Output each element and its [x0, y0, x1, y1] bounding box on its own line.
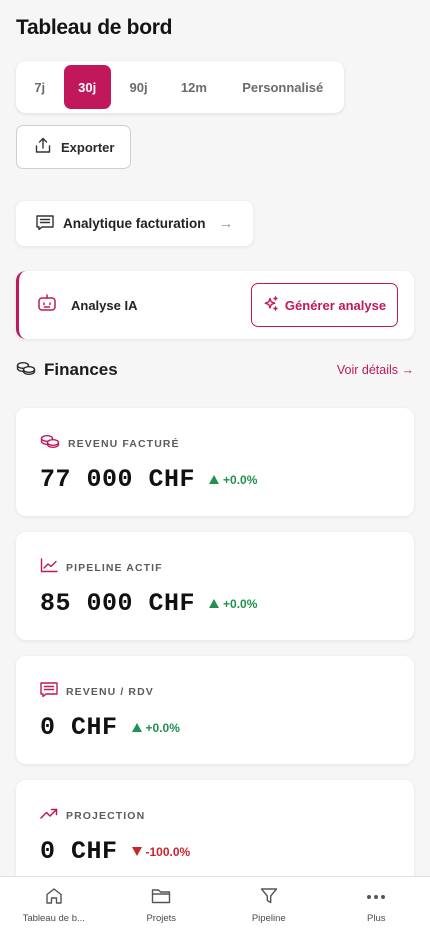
sparkle-icon — [263, 295, 279, 315]
coins-stack-icon — [16, 361, 36, 380]
nav-item-projects[interactable]: Projets — [108, 877, 216, 932]
export-label: Exporter — [61, 139, 115, 155]
kpi-card-billed-revenue[interactable]: REVENU FACTURÉ 77 000 CHF +0.0% — [16, 408, 414, 516]
kpi-label: REVENU / RDV — [66, 686, 154, 698]
kpi-label: PROJECTION — [66, 809, 146, 822]
nav-item-pipeline[interactable]: Pipeline — [215, 877, 323, 932]
nav-item-label: Plus — [367, 913, 386, 924]
robot-icon — [37, 293, 57, 318]
nav-item-dashboard[interactable]: Tableau de b... — [0, 877, 108, 932]
kpi-label: PIPELINE ACTIF — [66, 562, 163, 574]
date-range-selector: 7j 30j 90j 12m Personnalisé — [16, 61, 344, 113]
kpi-value: 0 CHF — [40, 837, 118, 866]
bottom-navigation: Tableau de b... Projets Pipeline Plus — [0, 876, 430, 932]
invoice-icon — [36, 214, 54, 233]
kpi-card-projection[interactable]: PROJECTION 0 CHF -100.0% — [16, 780, 414, 888]
kpi-card-active-pipeline[interactable]: PIPELINE ACTIF 85 000 CHF +0.0% — [16, 532, 414, 640]
filter-icon — [260, 887, 278, 913]
nav-item-more[interactable]: Plus — [323, 877, 430, 932]
kpi-delta: +0.0% — [209, 473, 257, 487]
finances-title: Finances — [44, 360, 118, 379]
export-button[interactable]: Exporter — [16, 125, 131, 169]
kpi-value: 0 CHF — [40, 713, 118, 742]
nav-item-label: Pipeline — [251, 913, 286, 924]
kpi-delta: +0.0% — [131, 720, 180, 735]
kpi-delta: -100.0% — [131, 844, 191, 859]
home-icon — [45, 887, 63, 913]
nav-item-label: Tableau de b... — [22, 913, 85, 924]
triangle-up-icon — [209, 475, 220, 484]
billing-analytics-label: Analytique facturation — [63, 216, 206, 231]
triangle-up-icon — [209, 599, 220, 608]
arrow-right-icon: → — [218, 215, 234, 232]
coins-icon — [40, 434, 60, 453]
triangle-up-icon — [131, 723, 142, 732]
kpi-delta-text: +0.0% — [145, 720, 180, 735]
kpi-delta-text: -100.0% — [145, 844, 191, 859]
see-details-link[interactable]: Voir détails → — [337, 363, 414, 377]
more-icon — [366, 887, 386, 913]
kpi-value: 85 000 CHF — [40, 589, 196, 618]
kpi-card-revenue-per-meeting[interactable]: REVENU / RDV 0 CHF +0.0% — [16, 656, 414, 764]
ai-analysis-label: Analyse IA — [71, 297, 138, 313]
kpi-delta-text: +0.0% — [223, 472, 258, 487]
range-tab-30j[interactable]: 30j — [63, 65, 111, 109]
generate-analysis-button[interactable]: Générer analyse — [251, 283, 398, 327]
billing-analytics-link[interactable]: Analytique facturation → — [16, 201, 253, 246]
folder-icon — [151, 887, 171, 913]
receipt-icon — [40, 682, 58, 702]
share-icon — [35, 137, 51, 157]
kpi-delta: +0.0% — [209, 597, 257, 611]
page-title: Tableau de bord — [16, 16, 173, 39]
trend-chart-icon — [40, 558, 58, 578]
ai-analysis-card: Analyse IA Générer analyse — [16, 271, 414, 339]
finances-section-header: Finances Voir détails → — [16, 358, 414, 382]
nav-item-label: Projets — [146, 913, 177, 924]
range-tab-12m[interactable]: 12m — [162, 65, 225, 109]
kpi-delta-text: +0.0% — [223, 596, 258, 611]
range-tab-90j[interactable]: 90j — [115, 65, 162, 109]
trending-up-icon — [40, 806, 58, 825]
triangle-down-icon — [131, 847, 142, 856]
range-tab-7j[interactable]: 7j — [20, 65, 60, 109]
range-tab-custom[interactable]: Personnalisé — [225, 65, 340, 109]
kpi-value: 77 000 CHF — [40, 465, 196, 494]
generate-analysis-label: Générer analyse — [284, 297, 387, 313]
kpi-label: REVENU FACTURÉ — [68, 437, 180, 450]
